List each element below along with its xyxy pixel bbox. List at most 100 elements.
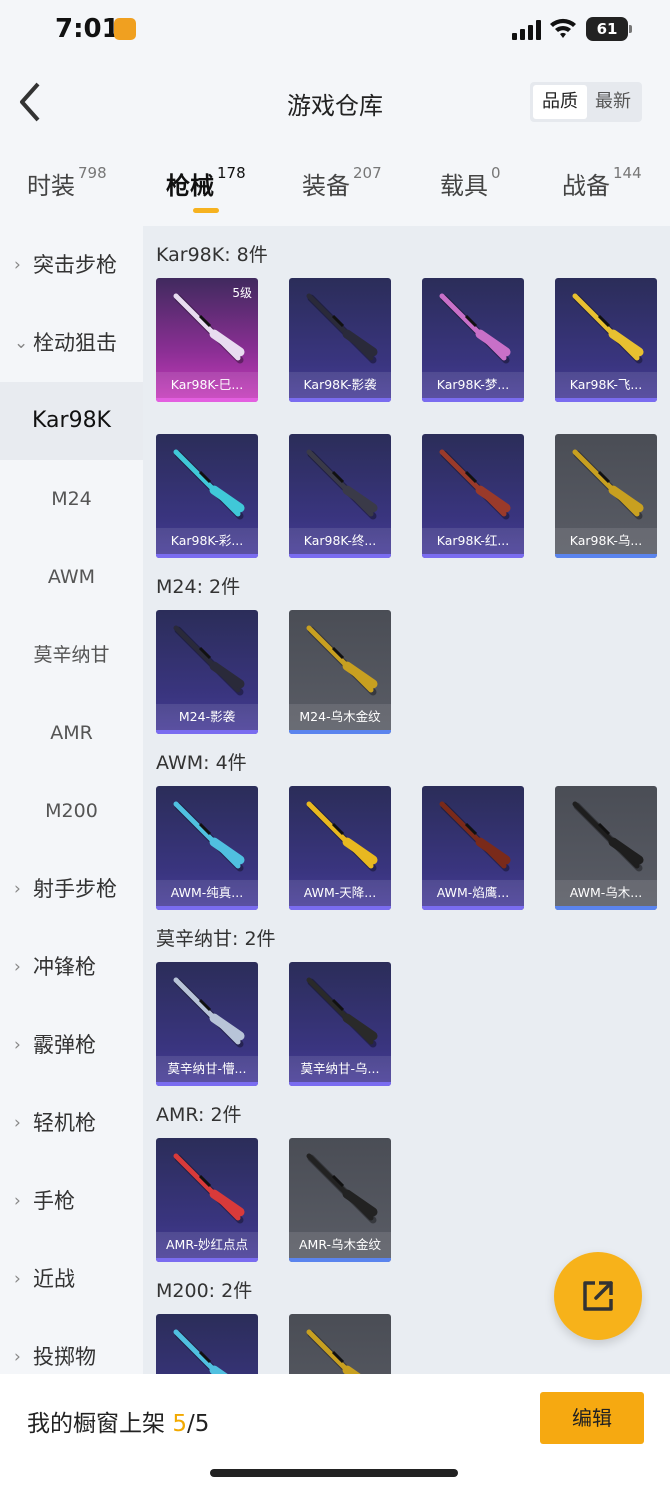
weapon-card[interactable]: Kar98K-红...: [422, 434, 524, 558]
tab-label: 时装: [27, 172, 75, 200]
weapon-name: Kar98K-彩...: [156, 528, 258, 554]
rifle-icon: [572, 293, 644, 364]
weapon-category-sidebar: › 突击步枪 ⌄ 栓动狙击 Kar98K M24 AWM 莫辛纳甘 AMR M200…: [0, 226, 143, 1376]
tab-count: 798: [78, 164, 107, 182]
rarity-bar: [156, 1082, 258, 1086]
sidebar-sub-m24[interactable]: M24: [0, 460, 143, 538]
rifle-icon: [306, 1153, 378, 1224]
sidebar-item-label: 霰弹枪: [33, 1033, 96, 1057]
rarity-bar: [156, 1258, 258, 1262]
rifle-icon: [306, 1329, 364, 1376]
weapon-card[interactable]: AWM-焰鹰...: [422, 786, 524, 910]
rifle-icon: [439, 449, 511, 520]
sidebar-item-shotgun[interactable]: › 霰弹枪: [0, 1006, 143, 1084]
rarity-bar: [289, 730, 391, 734]
tab-supplies[interactable]: 战备 144: [562, 164, 642, 201]
sidebar-item-melee[interactable]: › 近战: [0, 1240, 143, 1318]
weapon-grid: Kar98K: 8件 5级 Kar98K-巳... Kar98K-影袭 Kar98K-梦…: [143, 226, 670, 1376]
sidebar-sub-awm[interactable]: AWM: [0, 538, 143, 616]
sidebar-item-label: M200: [45, 800, 98, 822]
weapon-name: 莫辛纳甘-懵...: [156, 1056, 258, 1082]
weapon-name: Kar98K-终...: [289, 528, 391, 554]
tab-label: 载具: [440, 172, 488, 200]
weapon-card[interactable]: AWM-乌木...: [555, 786, 657, 910]
sidebar-item-label: 栓动狙击: [33, 331, 117, 355]
weapon-card[interactable]: Kar98K-终...: [289, 434, 391, 558]
sidebar-item-marksman-rifle[interactable]: › 射手步枪: [0, 850, 143, 928]
tab-label: 装备: [302, 172, 350, 200]
sidebar-item-bolt-sniper[interactable]: ⌄ 栓动狙击: [0, 304, 143, 382]
weapon-card[interactable]: 5级 Kar98K-巳...: [156, 278, 258, 402]
section-title: 莫辛纳甘: 2件: [156, 928, 276, 950]
sidebar-item-pistol[interactable]: › 手枪: [0, 1162, 143, 1240]
rarity-bar: [422, 554, 524, 558]
rarity-bar: [156, 398, 258, 402]
chevron-right-icon: ›: [14, 255, 21, 275]
showcase-status: 我的橱窗上架 5/5: [27, 1404, 209, 1438]
weapon-name: Kar98K-红...: [422, 528, 524, 554]
weapon-card[interactable]: AWM-天降...: [289, 786, 391, 910]
weapon-name: Kar98K-梦...: [422, 372, 524, 398]
rarity-bar: [156, 730, 258, 734]
rifle-icon: [306, 293, 378, 364]
category-tabs: 时装 798 枪械 178 装备 207 载具 0 战备 144: [0, 146, 670, 224]
share-button[interactable]: [554, 1252, 642, 1340]
rarity-bar: [289, 554, 391, 558]
tab-equipment[interactable]: 装备 207: [302, 164, 382, 201]
section-title: AWM: 4件: [156, 752, 247, 774]
sidebar-item-label: 冲锋枪: [33, 955, 96, 979]
tab-fashion[interactable]: 时装 798: [27, 164, 107, 201]
weapon-card[interactable]: AMR-乌木金纹: [289, 1138, 391, 1262]
weapon-card[interactable]: Kar98K-影袭: [289, 278, 391, 402]
sidebar-sub-kar98k[interactable]: Kar98K: [0, 382, 143, 460]
sidebar-item-assault-rifle[interactable]: › 突击步枪: [0, 226, 143, 304]
sort-by-quality[interactable]: 品质: [533, 85, 587, 119]
weapon-card[interactable]: Kar98K-彩...: [156, 434, 258, 558]
edit-button[interactable]: 编辑: [540, 1392, 644, 1444]
rarity-bar: [422, 906, 524, 910]
sidebar-item-lmg[interactable]: › 轻机枪: [0, 1084, 143, 1162]
tab-guns[interactable]: 枪械 178: [166, 164, 246, 201]
sidebar-item-label: 手枪: [33, 1189, 75, 1213]
weapon-card[interactable]: M24-乌木金纹: [289, 610, 391, 734]
rifle-icon: [173, 449, 245, 520]
rarity-bar: [156, 906, 258, 910]
tab-count: 207: [353, 164, 382, 182]
sidebar-item-label: 突击步枪: [33, 253, 117, 277]
rifle-icon: [173, 1329, 231, 1376]
weapon-card[interactable]: Kar98K-飞...: [555, 278, 657, 402]
sidebar-sub-m200[interactable]: M200: [0, 772, 143, 850]
chevron-right-icon: ›: [14, 957, 21, 977]
sidebar-item-smg[interactable]: › 冲锋枪: [0, 928, 143, 1006]
weapon-name: M24-影袭: [156, 704, 258, 730]
weapon-card[interactable]: [289, 1314, 391, 1376]
sort-by-newest[interactable]: 最新: [586, 85, 640, 119]
sidebar-item-label: 射手步枪: [33, 877, 117, 901]
section-title: Kar98K: 8件: [156, 244, 268, 266]
rarity-bar: [555, 398, 657, 402]
rifle-icon: [572, 449, 644, 520]
section-title: M24: 2件: [156, 576, 241, 598]
weapon-name: AMR-妙红点点: [156, 1232, 258, 1258]
weapon-card[interactable]: 莫辛纳甘-乌...: [289, 962, 391, 1086]
weapon-card[interactable]: AWM-纯真...: [156, 786, 258, 910]
tab-label: 枪械: [166, 172, 214, 200]
battery-icon: 61: [586, 17, 632, 41]
rarity-bar: [289, 1258, 391, 1262]
tab-vehicles[interactable]: 载具 0: [440, 164, 501, 201]
weapon-card[interactable]: M24-影袭: [156, 610, 258, 734]
sidebar-sub-mosin[interactable]: 莫辛纳甘: [0, 616, 143, 694]
weapon-card[interactable]: AMR-妙红点点: [156, 1138, 258, 1262]
showcase-label: 我的橱窗上架: [27, 1411, 165, 1437]
home-indicator: [210, 1469, 458, 1477]
weapon-card[interactable]: Kar98K-乌...: [555, 434, 657, 558]
showcase-current-count: 5: [172, 1411, 187, 1437]
chevron-right-icon: ›: [14, 1035, 21, 1055]
active-tab-indicator: [193, 208, 219, 213]
showcase-total-count: /5: [186, 1411, 210, 1437]
weapon-card[interactable]: 莫辛纳甘-懵...: [156, 962, 258, 1086]
tab-count: 144: [613, 164, 642, 182]
sidebar-sub-amr[interactable]: AMR: [0, 694, 143, 772]
weapon-card[interactable]: [156, 1314, 258, 1376]
weapon-card[interactable]: Kar98K-梦...: [422, 278, 524, 402]
